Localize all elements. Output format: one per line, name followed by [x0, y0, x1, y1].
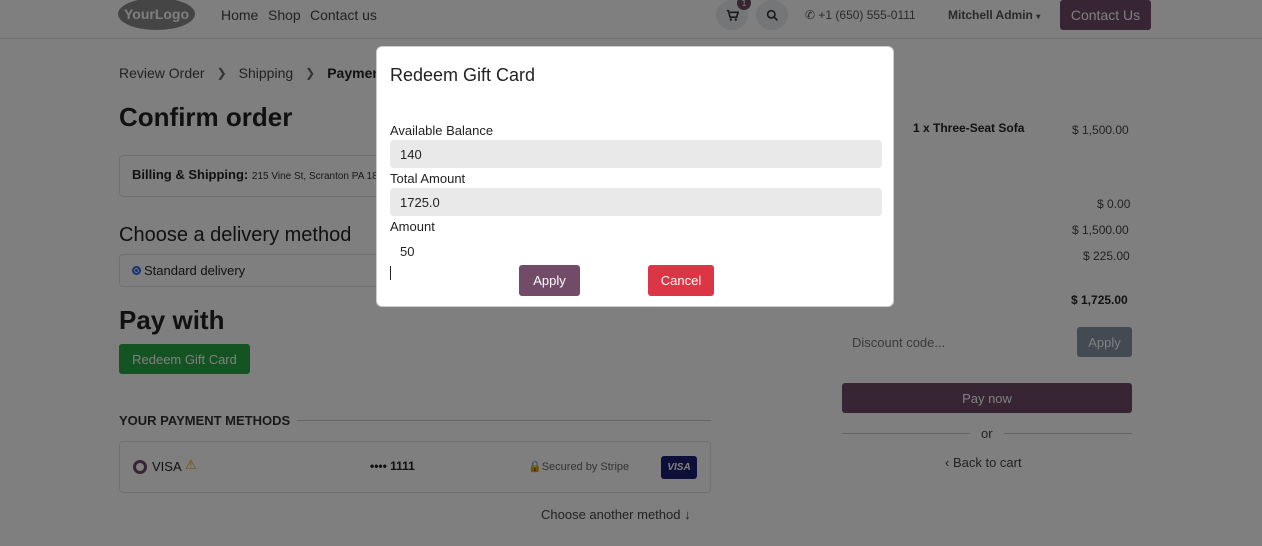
modal-title: Redeem Gift Card: [390, 65, 536, 85]
text-cursor: [390, 266, 391, 280]
available-balance-label: Available Balance: [390, 123, 494, 138]
amount-label: Amount: [390, 219, 435, 234]
total-amount-field: [390, 188, 882, 216]
modal-cancel-button[interactable]: Cancel: [648, 265, 714, 296]
modal-apply-button[interactable]: Apply: [519, 265, 580, 296]
amount-input[interactable]: [390, 240, 882, 262]
available-balance-field: [390, 140, 882, 168]
total-amount-label: Total Amount: [390, 171, 466, 186]
redeem-gift-card-modal: Redeem Gift Card Available Balance Total…: [376, 46, 894, 307]
